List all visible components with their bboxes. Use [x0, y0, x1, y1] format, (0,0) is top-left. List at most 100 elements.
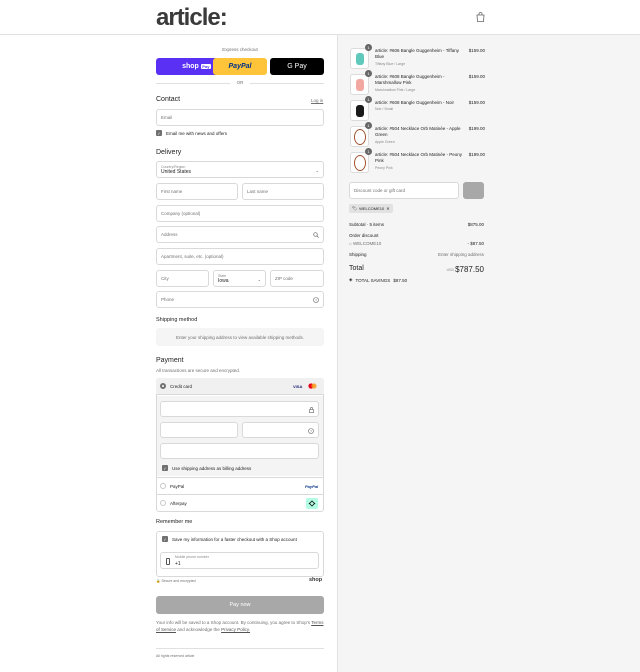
city-field[interactable]: City — [156, 270, 209, 287]
payment-heading: Payment — [156, 357, 184, 364]
phone-field[interactable]: Phone ? — [156, 291, 324, 308]
card-number-field[interactable] — [160, 401, 319, 417]
quantity-badge: 1 — [365, 96, 372, 103]
mobile-phone-icon — [166, 558, 170, 565]
pay-now-label: Pay now — [229, 602, 251, 608]
product-variant: Noir / Small — [375, 107, 394, 111]
last-name-placeholder: Last name — [247, 189, 269, 194]
last-name-field[interactable]: Last name — [242, 183, 324, 200]
help-icon[interactable]: ? — [308, 428, 314, 434]
address-placeholder: Address — [161, 232, 178, 237]
shopping-bag-icon[interactable] — [476, 12, 485, 22]
shop-logo: shop — [309, 577, 323, 583]
svg-text:?: ? — [310, 429, 312, 433]
google-pay-label: G Pay — [287, 63, 307, 70]
close-icon[interactable]: ✕ — [386, 206, 389, 211]
footer-text: All rights reserved article — [156, 654, 195, 658]
country-select[interactable]: Country/Region United States ⌄ — [156, 161, 324, 178]
shipping-method-message: Enter your shipping address to view avai… — [175, 334, 305, 340]
help-icon[interactable]: ? — [313, 297, 319, 303]
google-pay-button[interactable]: G Pay — [270, 58, 324, 75]
state-select[interactable]: State Iowa ⌄ — [213, 270, 266, 287]
cart-item: 1 article: #608 Bangle Guggenheim - Marsh… — [350, 70, 485, 98]
privacy-link[interactable]: Privacy Policy. — [221, 627, 250, 632]
pay-now-button[interactable]: Pay now — [156, 596, 324, 614]
product-name: article: #606 Bangle Guggenheim - Tiffan… — [375, 48, 459, 59]
product-price: $199.00 — [468, 152, 485, 157]
checkmark-icon[interactable]: ✓ — [162, 536, 168, 542]
product-thumbnail — [350, 48, 369, 69]
visa-icon: VISA — [293, 384, 303, 389]
afterpay-radio[interactable] — [160, 500, 166, 506]
product-price: $159.00 — [468, 100, 485, 105]
quantity-badge: 1 — [365, 148, 372, 155]
discount-placeholder: Discount code or gift card — [354, 188, 406, 193]
paypal-option-label: PayPal — [170, 483, 185, 489]
total-amount: $787.50 — [455, 265, 484, 274]
discount-chip-code: WELCOME10 — [359, 206, 385, 211]
savings-value: $87.50 — [393, 277, 408, 283]
order-discount-label: Order discount — [349, 233, 379, 238]
cart-item: 1 article: #608 Bangle Guggenheim - Noir N… — [350, 96, 485, 124]
cart-item: 1 article: #504 Necklace Orb Matinée - Pe… — [350, 148, 485, 176]
product-name: article: #504 Necklace Orb Matinée - App… — [375, 126, 461, 137]
shipping-value: Enter shipping address — [437, 252, 484, 257]
paypal-option[interactable]: PayPal PayPal — [156, 477, 324, 494]
product-thumbnail — [350, 152, 369, 173]
or-divider: OR — [156, 80, 324, 85]
apartment-placeholder: Apartment, suite, etc. (optional) — [161, 254, 224, 259]
discount-code-label: WELCOME10 — [352, 241, 382, 246]
checkmark-icon[interactable]: ✓ — [162, 465, 168, 471]
cart-item: 1 article: #504 Necklace Orb Matinée - Ap… — [350, 122, 485, 150]
legal-text: Your info will be saved to a Shop accoun… — [156, 619, 324, 633]
paypal-express-button[interactable]: PayPal — [213, 58, 267, 75]
product-price: $159.00 — [468, 74, 485, 79]
credit-card-radio[interactable] — [160, 383, 166, 389]
company-placeholder: Company (optional) — [161, 211, 201, 216]
mobile-phone-value: +1 — [175, 561, 181, 567]
security-code-field[interactable]: ? — [242, 422, 319, 438]
total-row: Total USD $787.50 — [349, 265, 484, 274]
product-price: $159.00 — [468, 48, 485, 53]
address-field[interactable]: Address — [156, 226, 324, 243]
brand-logo[interactable]: article: — [156, 4, 228, 32]
credit-card-label: Credit card — [170, 383, 193, 389]
zip-field[interactable]: ZIP code — [270, 270, 324, 287]
billing-checkbox-row[interactable]: ✓ Use shipping address as billing addres… — [162, 465, 251, 471]
tag-icon: ◈ — [349, 277, 353, 282]
site-header: article: — [0, 0, 640, 35]
checkmark-icon[interactable]: ✓ — [156, 130, 162, 136]
product-image — [354, 129, 366, 145]
name-on-card-field[interactable] — [160, 443, 319, 459]
discount-chip: 🏷 WELCOME10 ✕ — [349, 204, 393, 213]
product-image — [354, 155, 366, 171]
footer-divider — [156, 648, 324, 649]
remember-heading: Remember me — [156, 519, 193, 525]
first-name-field[interactable]: First name — [156, 183, 238, 200]
afterpay-option[interactable]: Afterpay — [156, 494, 324, 511]
mobile-phone-field[interactable]: Mobile phone number +1 — [160, 552, 319, 569]
lock-icon — [309, 407, 314, 413]
discount-code-row: ⌂ WELCOME10 - $87.50 — [349, 241, 484, 246]
apply-discount-button[interactable] — [463, 182, 484, 199]
chevron-down-icon: ⌄ — [315, 168, 319, 173]
save-info-checkbox-row[interactable]: ✓ Save my information for a faster check… — [162, 536, 297, 542]
shipping-method-heading: Shipping method — [156, 317, 198, 323]
credit-card-option[interactable]: Credit card VISA — [156, 378, 324, 395]
news-checkbox-row[interactable]: ✓ Email me with news and offers — [156, 130, 227, 136]
shop-pay-badge: Pay — [200, 64, 211, 69]
total-savings: ◈ TOTAL SAVINGS $87.50 — [349, 277, 407, 283]
chevron-down-icon: ⌄ — [257, 277, 261, 282]
express-checkout-label: Express checkout — [222, 47, 258, 52]
state-value: Iowa — [218, 277, 229, 284]
company-field[interactable]: Company (optional) — [156, 205, 324, 222]
search-icon — [313, 232, 319, 238]
paypal-radio[interactable] — [160, 483, 166, 489]
discount-code-field[interactable]: Discount code or gift card — [349, 182, 459, 199]
quantity-badge: 1 — [365, 122, 372, 129]
login-link[interactable]: Log in — [311, 98, 323, 103]
svg-text:?: ? — [315, 298, 317, 302]
email-field[interactable]: Email — [156, 109, 324, 126]
apartment-field[interactable]: Apartment, suite, etc. (optional) — [156, 248, 324, 265]
expiry-field[interactable] — [160, 422, 238, 438]
